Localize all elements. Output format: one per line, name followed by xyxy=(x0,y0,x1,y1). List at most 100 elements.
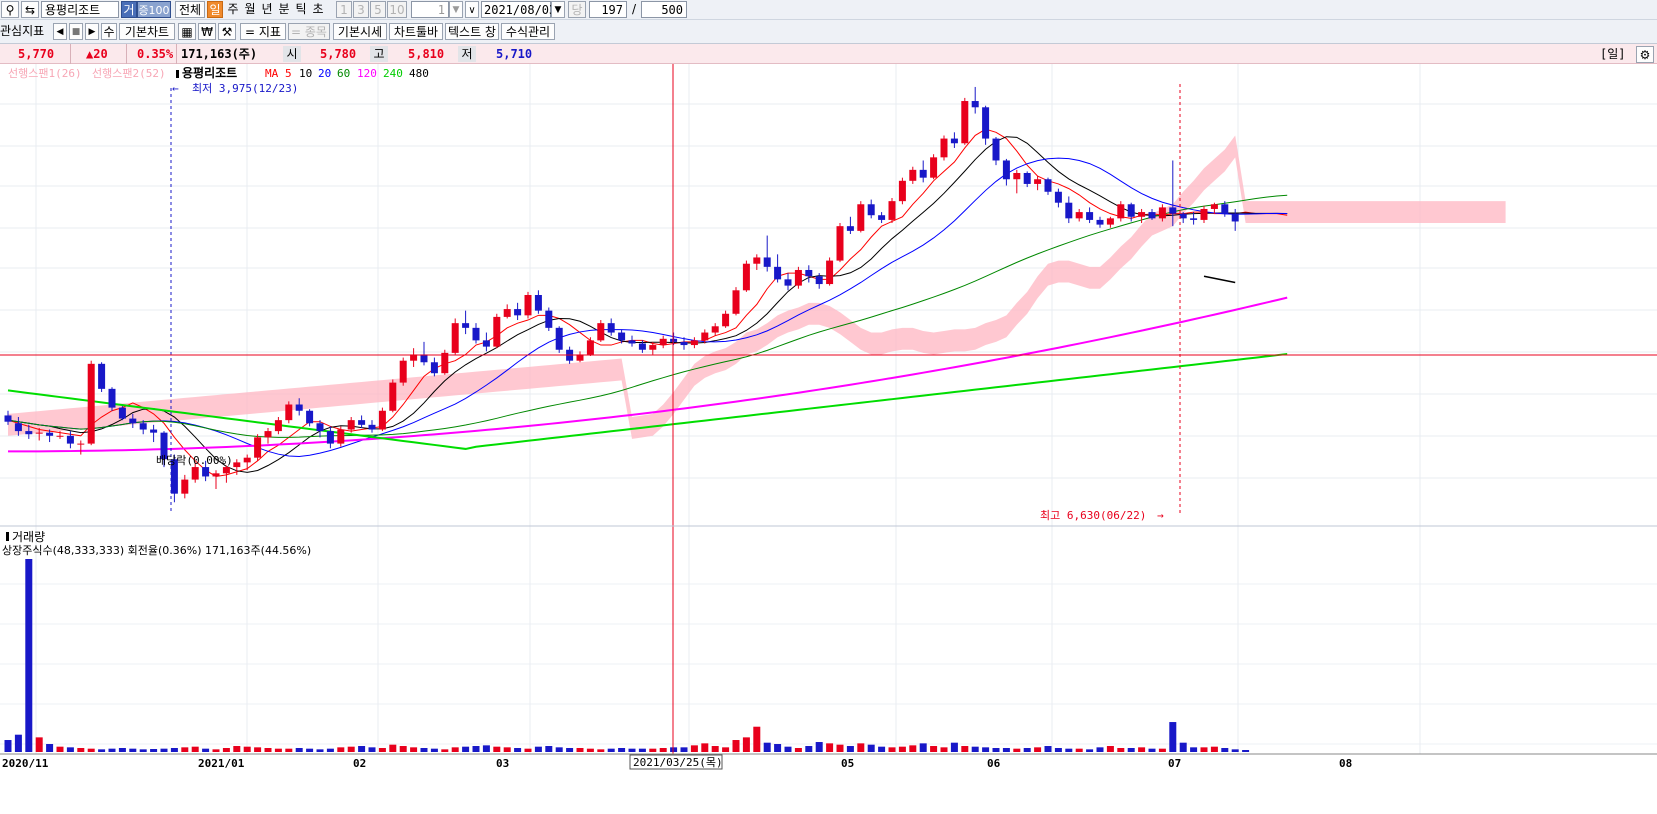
candle-body xyxy=(98,363,106,389)
date-input[interactable]: 2021/08/03 xyxy=(481,1,556,18)
candle-body xyxy=(638,343,646,350)
gear-icon[interactable]: ⚙ xyxy=(1636,46,1654,63)
candle-body xyxy=(846,226,854,231)
text-window-button[interactable]: 텍스트 창 xyxy=(445,23,499,40)
separator xyxy=(176,44,177,64)
basic-chart-button[interactable]: 기본차트 xyxy=(119,23,175,40)
count-input[interactable]: 197 xyxy=(589,1,627,18)
x-axis-label: 2020/11 xyxy=(2,757,49,770)
period-week-button[interactable]: 주 xyxy=(225,1,241,18)
candle-body xyxy=(1169,207,1177,214)
candle-body xyxy=(732,290,740,314)
period-month-button[interactable]: 월 xyxy=(242,1,258,18)
stock-name-input[interactable]: 용평리조트 xyxy=(41,1,119,18)
stock-compare-button[interactable]: = 종목 xyxy=(288,23,330,40)
volume-bar xyxy=(118,748,126,752)
candle-body xyxy=(66,435,74,444)
chart-toolbar-button[interactable]: 차트툴바 xyxy=(389,23,443,40)
x-axis-label: 06 xyxy=(987,757,1001,770)
candle-body xyxy=(462,323,470,328)
volume-bar xyxy=(233,746,241,752)
step-10-button[interactable]: 10 xyxy=(387,1,407,18)
wrench-icon[interactable]: ⚒ xyxy=(218,23,236,40)
refresh-icon[interactable]: ⇆ xyxy=(21,1,39,18)
volume-bar xyxy=(555,747,563,752)
period-tick-button[interactable]: 틱 xyxy=(293,1,309,18)
high-price: 5,810 xyxy=(408,47,445,61)
volume-bar xyxy=(701,743,709,752)
search-icon[interactable]: ⚲ xyxy=(1,1,19,18)
volume-bar xyxy=(784,746,792,752)
volume-info: 상장주식수(48,333,333) 회전율(0.36%) 171,163주(44… xyxy=(2,544,311,557)
volume-bar xyxy=(805,746,813,752)
scroll-stop-icon[interactable]: ■ xyxy=(69,23,83,40)
indicator-button[interactable]: = 지표 xyxy=(240,23,286,40)
legend-ma-240: 240 xyxy=(383,67,403,80)
volume-bar xyxy=(430,748,438,752)
period-year-button[interactable]: 년 xyxy=(259,1,275,18)
volume-bar xyxy=(56,746,64,752)
candle-body xyxy=(690,340,698,346)
date-dropdown-icon[interactable]: ▼ xyxy=(551,1,565,18)
volume-bar xyxy=(129,748,137,752)
volume-bar xyxy=(628,748,636,752)
ichimoku-cloud xyxy=(8,135,1506,439)
candle-body xyxy=(118,407,126,419)
volume-bar xyxy=(1127,748,1135,752)
period-tag: [일] xyxy=(1600,47,1626,61)
volume-bar xyxy=(274,748,282,752)
candle-body xyxy=(1023,172,1031,184)
volume-bar xyxy=(472,746,480,752)
period-day-button[interactable]: 일 xyxy=(207,1,223,18)
legend-ma-120: 120 xyxy=(357,67,377,80)
sort-button[interactable]: 수 xyxy=(101,23,117,40)
candle-body xyxy=(441,352,449,374)
candle-body xyxy=(680,341,688,346)
candle-body xyxy=(763,257,771,267)
candle-body xyxy=(212,473,220,477)
trade-volume: 171,163(주) xyxy=(181,47,258,61)
ma480-line xyxy=(1203,275,1236,284)
scroll-left-icon[interactable]: ◀ xyxy=(53,23,67,40)
candle-body xyxy=(1002,160,1010,180)
scroll-right-icon[interactable]: ▶ xyxy=(85,23,99,40)
candle-body xyxy=(1158,207,1166,219)
candle-body xyxy=(56,435,64,437)
step-input[interactable]: 1 xyxy=(411,1,449,18)
volume-bar xyxy=(566,748,574,752)
total-count-input[interactable]: 500 xyxy=(641,1,687,18)
x-axis-label: 2021/01 xyxy=(198,757,245,770)
volume-bar xyxy=(1210,746,1218,752)
chevron-down-icon[interactable]: ∨ xyxy=(465,1,479,18)
volume-bar xyxy=(670,747,678,752)
period-minute-button[interactable]: 분 xyxy=(276,1,292,18)
step-5-button[interactable]: 5 xyxy=(370,1,386,18)
basic-quote-button[interactable]: 기본시세 xyxy=(333,23,387,40)
candle-icon[interactable]: ▦ xyxy=(178,23,196,40)
high-arrow: → xyxy=(1157,509,1164,522)
volume-bar xyxy=(898,746,906,752)
volume-bar xyxy=(1169,722,1177,752)
volume-bar xyxy=(659,748,667,752)
volume-bar xyxy=(462,746,470,752)
volume-bar xyxy=(1034,747,1042,752)
won-icon[interactable]: ₩ xyxy=(198,23,216,40)
step-1-button[interactable]: 1 xyxy=(336,1,352,18)
indicator-label[interactable]: 관심지표 xyxy=(0,23,48,40)
step-3-button[interactable]: 3 xyxy=(353,1,369,18)
price-chart[interactable]: 선행스팬1(26) 선행스팬2(52) 용평리조트 MA 5 10 20 60 … xyxy=(0,64,1657,814)
all-button[interactable]: 전체 xyxy=(175,1,205,18)
candle-body xyxy=(1075,212,1083,219)
step-dropdown-icon[interactable]: ▼ xyxy=(449,1,463,18)
candle-body xyxy=(836,226,844,261)
candle-body xyxy=(1034,179,1042,184)
x-axis-label: 07 xyxy=(1168,757,1181,770)
chart-toolbar: 관심지표 ◀ ■ ▶ 수 기본차트 ▦ ₩ ⚒ = 지표 = 종목 기본시세 차… xyxy=(0,20,1657,44)
volume-bar xyxy=(254,747,262,752)
current-button[interactable]: 당 xyxy=(568,1,586,18)
period-second-button[interactable]: 초 xyxy=(310,1,326,18)
volume-bar xyxy=(649,748,657,752)
formula-button[interactable]: 수식관리 xyxy=(501,23,555,40)
volume-bar xyxy=(690,745,698,752)
candle-body xyxy=(815,276,823,285)
